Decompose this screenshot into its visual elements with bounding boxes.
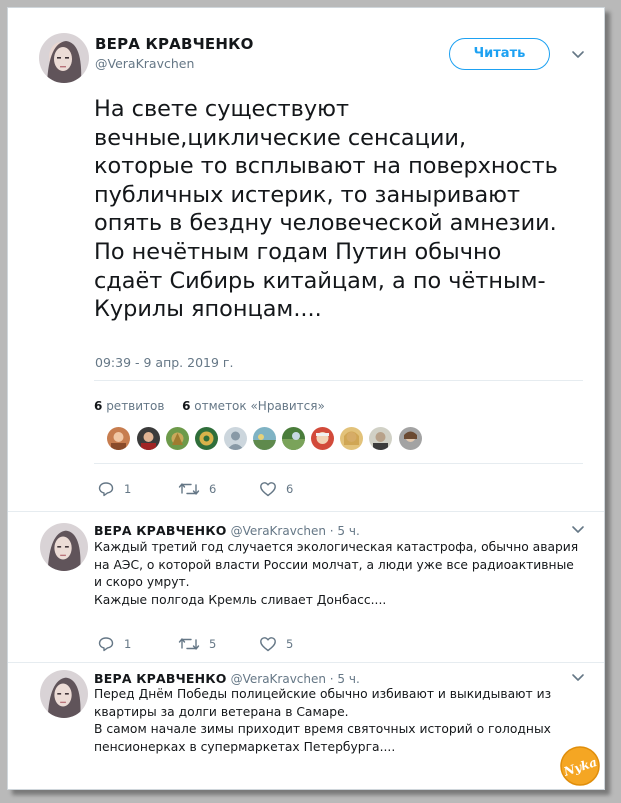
- retweet-icon: [178, 638, 200, 650]
- likes-label[interactable]: отметок «Нравится»: [194, 399, 325, 413]
- author-handle[interactable]: @VeraKravchen: [95, 56, 194, 71]
- reply-text: Каждый третий год случается экологическа…: [94, 539, 579, 609]
- author-name[interactable]: ВЕРА КРАВЧЕНКО: [94, 523, 227, 538]
- reply-text-line: Перед Днём Победы полицейские обычно изб…: [94, 687, 552, 701]
- tweet-text-line: На свете существуют: [94, 96, 350, 122]
- reply-header: ВЕРА КРАВЧЕНКО @VeraKravchen · 5 ч.: [94, 668, 360, 687]
- reply-text: Перед Днём Победы полицейские обычно изб…: [94, 686, 574, 756]
- tweet-stats: 6 ретвитов 6 отметок «Нравится»: [94, 399, 325, 413]
- like-button[interactable]: 5: [259, 635, 293, 653]
- divider: [8, 662, 604, 663]
- reply-header: ВЕРА КРАВЧЕНКО @VeraKravchen · 5 ч.: [94, 520, 360, 539]
- liker-avatar[interactable]: [166, 427, 189, 450]
- reply-text-line: Каждый третий год случается экологическа…: [94, 540, 579, 554]
- heart-icon: [260, 482, 276, 497]
- avatar[interactable]: [40, 670, 88, 718]
- tweet-card: ВЕРА КРАВЧЕНКО @VeraKravchen Читать На с…: [7, 7, 605, 790]
- reply-text-line: пенсионерках в супермаркетах Петербурга.…: [94, 739, 396, 754]
- reply-count: 1: [124, 637, 132, 651]
- reply-button[interactable]: 1: [97, 635, 131, 653]
- retweet-button[interactable]: 6: [178, 480, 216, 498]
- liker-avatar[interactable]: [224, 427, 247, 450]
- reply-text-line: Каждые полгода Кремль сливает Донбасс...…: [94, 592, 387, 607]
- follow-button[interactable]: Читать: [449, 38, 550, 70]
- reply-button[interactable]: 1: [97, 480, 131, 498]
- reply-count: 1: [124, 482, 132, 496]
- tweet-text: На свете существуют вечные,циклические с…: [94, 95, 604, 324]
- like-button[interactable]: 6: [259, 480, 293, 498]
- reply-meta[interactable]: @VeraKravchen · 5 ч.: [231, 672, 360, 686]
- chevron-down-icon[interactable]: [570, 47, 586, 61]
- tweet-text-line: публичных истерик, то заныривают: [94, 181, 521, 208]
- liker-avatar[interactable]: [253, 427, 276, 450]
- author-name[interactable]: ВЕРА КРАВЧЕНКО: [95, 35, 254, 53]
- site-logo: Nyka: [560, 746, 600, 786]
- retweet-icon: [178, 483, 200, 495]
- liker-avatar[interactable]: [195, 427, 218, 450]
- retweet-count: 6: [209, 482, 217, 496]
- liker-avatar[interactable]: [137, 427, 160, 450]
- reply-text-line: квартиры за долги ветерана в Самаре.: [94, 704, 349, 719]
- heart-icon: [260, 637, 276, 652]
- like-count: 5: [286, 637, 294, 651]
- retweet-button[interactable]: 5: [178, 635, 216, 653]
- liker-avatar[interactable]: [369, 427, 392, 450]
- like-count: 6: [286, 482, 294, 496]
- chevron-down-icon[interactable]: [570, 522, 586, 536]
- liker-avatar[interactable]: [282, 427, 305, 450]
- divider: [94, 380, 583, 381]
- tweet-text-line: сдаёт Сибирь китайцам, а по чётным-: [94, 267, 546, 294]
- avatar[interactable]: [40, 523, 88, 571]
- reply-icon: [98, 482, 114, 497]
- tweet-text-line: По нечётным годам Путин обычно: [94, 238, 502, 265]
- reply-text-line: В самом начале зимы приходит время свято…: [94, 722, 551, 736]
- liker-avatar[interactable]: [399, 427, 422, 450]
- reply-text-line: и скоро умрут.: [94, 575, 190, 589]
- liker-avatar[interactable]: [311, 427, 334, 450]
- retweets-count[interactable]: 6: [94, 399, 102, 413]
- divider: [94, 463, 583, 464]
- chevron-down-icon[interactable]: [570, 670, 586, 684]
- likes-count[interactable]: 6: [182, 399, 190, 413]
- tweet-text-line: опять в бездну человеческой амнезии.: [94, 210, 557, 237]
- reply-text-line: на АЭС, о которой власти России молчат, …: [94, 557, 574, 572]
- liker-avatar[interactable]: [107, 427, 130, 450]
- reply-meta[interactable]: @VeraKravchen · 5 ч.: [231, 524, 360, 538]
- liker-avatar[interactable]: [340, 427, 363, 450]
- tweet-timestamp[interactable]: 09:39 - 9 апр. 2019 г.: [95, 355, 233, 370]
- avatar[interactable]: [39, 33, 89, 83]
- tweet-text-line: Курилы японцам....: [94, 296, 322, 323]
- tweet-actions: 1 6 6: [97, 480, 317, 498]
- reply-actions: 1 5 5: [97, 635, 317, 653]
- tweet-text-line: вечные,циклические сенсации,: [94, 124, 467, 151]
- divider: [8, 511, 604, 512]
- reply-icon: [98, 637, 114, 652]
- retweet-count: 5: [209, 637, 217, 651]
- retweets-label[interactable]: ретвитов: [106, 399, 164, 413]
- tweet-text-line: которые то всплывают на поверхность: [94, 153, 558, 180]
- author-name[interactable]: ВЕРА КРАВЧЕНКО: [94, 671, 227, 686]
